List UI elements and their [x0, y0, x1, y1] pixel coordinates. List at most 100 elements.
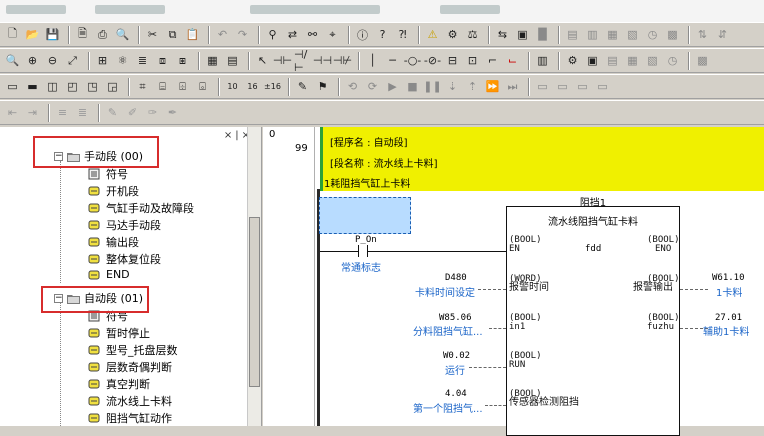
tree-scrollbar[interactable]	[247, 127, 261, 426]
redo-icon[interactable]: ↷	[234, 26, 251, 43]
tree-item[interactable]: 型号_托盘层数	[88, 342, 178, 358]
hline-icon[interactable]: ─	[384, 52, 401, 69]
edit-pen-icon[interactable]: ✎	[104, 104, 121, 121]
help-icon[interactable]: ?	[374, 26, 391, 43]
tree-item[interactable]: 层数奇偶判断	[88, 359, 172, 375]
bp2-icon[interactable]: ▭	[554, 78, 571, 95]
tree-item[interactable]: 马达手动段	[88, 217, 161, 233]
outdent-icon[interactable]: ⇥	[24, 104, 41, 121]
sim-icon[interactable]: ⚑	[314, 78, 331, 95]
warning-icon[interactable]: ⚠	[424, 26, 441, 43]
step-out-icon[interactable]: ⇡	[464, 78, 481, 95]
bp3-icon[interactable]: ▭	[574, 78, 591, 95]
contact-no-icon[interactable]: ⊣⊢	[273, 52, 292, 69]
plc-icon[interactable]: ▤	[564, 26, 581, 43]
list2-icon[interactable]: ≣	[74, 104, 91, 121]
contact-nc-icon[interactable]: ⊣/⊢	[294, 48, 311, 74]
indent-icon[interactable]: ⇤	[4, 104, 21, 121]
branch-icon[interactable]: ⌐	[484, 52, 501, 69]
info-icon[interactable]: ⓘ	[354, 26, 371, 43]
tree-item[interactable]: 阻挡气缸动作	[88, 410, 172, 426]
memory-card-icon[interactable]: ▣	[584, 52, 601, 69]
list-icon[interactable]: ≡	[54, 104, 71, 121]
end-icon[interactable]: ⌙	[504, 52, 521, 69]
tree-item[interactable]: 整体复位段	[88, 251, 161, 267]
tree-scrollbar-thumb[interactable]	[249, 217, 260, 387]
io-table-icon[interactable]: ▤	[604, 52, 621, 69]
error-log-icon[interactable]: ▧	[644, 52, 661, 69]
forward-icon[interactable]: ⏩	[484, 78, 501, 95]
address-ref-icon[interactable]: ⌗	[134, 78, 151, 95]
hex16-signed-icon[interactable]: ±16	[264, 78, 281, 95]
plc-run-icon[interactable]: ▦	[604, 26, 621, 43]
tree-item[interactable]: 开机段	[88, 183, 139, 199]
transfer-icon[interactable]: ⇆	[494, 26, 511, 43]
select-icon[interactable]: ↖	[254, 52, 271, 69]
ladder-icon[interactable]: ⌹	[174, 78, 191, 95]
edit-pen2-icon[interactable]: ✐	[124, 104, 141, 121]
output-icon[interactable]: ▬	[24, 78, 41, 95]
compare-icon[interactable]: ⚖	[464, 26, 481, 43]
stop-sim-icon[interactable]: ■	[404, 78, 421, 95]
network-icon[interactable]: ⚛	[114, 52, 131, 69]
tree-item[interactable]: 真空判断	[88, 376, 150, 392]
edit-pen3-icon[interactable]: ✑	[144, 104, 161, 121]
plc-mode2-icon[interactable]: ▩	[694, 52, 711, 69]
grid-icon[interactable]: ⊞	[94, 52, 111, 69]
memory-icon[interactable]: ◳	[84, 78, 101, 95]
tree-item[interactable]: 暂时停止	[88, 325, 150, 341]
step-icon[interactable]: ⟲	[344, 78, 361, 95]
watch-icon[interactable]: ◫	[44, 78, 61, 95]
step-into-icon[interactable]: ⇣	[444, 78, 461, 95]
project-icon[interactable]: ▭	[4, 78, 21, 95]
st-icon[interactable]: ⧈	[154, 52, 171, 69]
online-edit-icon[interactable]: ✎	[294, 78, 311, 95]
contact-symbol[interactable]	[358, 245, 368, 257]
rung-comment-block[interactable]: [程序名 : 自动段] [段名称 : 流水线上卡料] 1耗阻挡气缸上卡料	[320, 127, 764, 191]
hex16-icon[interactable]: 16	[244, 78, 261, 95]
tree-item[interactable]: 气缸手动及故障段	[88, 200, 194, 216]
coil-icon[interactable]: -○-	[404, 52, 422, 69]
contact-or-icon[interactable]: ⊣⊣	[313, 52, 332, 69]
zoom-icon[interactable]: 🔍	[4, 52, 21, 69]
hex10-icon[interactable]: 10	[224, 78, 241, 95]
tree-item[interactable]: 符号	[88, 166, 128, 182]
bp-icon[interactable]: ▭	[534, 78, 551, 95]
fb-icon[interactable]: ⊡	[464, 52, 481, 69]
mnemonic-icon[interactable]: ≣	[134, 52, 151, 69]
bp4-icon[interactable]: ▭	[594, 78, 611, 95]
contact-ornc-icon[interactable]: ⊣⊬	[333, 52, 352, 69]
cut-icon[interactable]: ✂	[144, 26, 161, 43]
replace-icon[interactable]: ⇄	[284, 26, 301, 43]
online-icon[interactable]: ⚙	[444, 26, 461, 43]
cross-ref-window-icon[interactable]: ◲	[104, 78, 121, 95]
monitor-icon[interactable]: ▣	[514, 26, 531, 43]
io-comment-icon[interactable]: ▤	[224, 52, 241, 69]
print-icon[interactable]: ⎙	[94, 26, 111, 43]
cross-ref-icon[interactable]: ⚯	[304, 26, 321, 43]
io-table-window-icon[interactable]: ⌸	[154, 78, 171, 95]
tree-item[interactable]: 流水线上卡料	[88, 393, 172, 409]
find-icon[interactable]: 🔍	[114, 26, 131, 43]
cpu-settings-icon[interactable]: ⚙	[564, 52, 581, 69]
line-icon[interactable]: │	[364, 52, 381, 69]
plc-settings-icon[interactable]: ▧	[624, 26, 641, 43]
ladder-view-icon[interactable]: ▥	[534, 52, 551, 69]
print-preview-icon[interactable]: 🗎	[74, 26, 91, 43]
step-back-icon[interactable]: ⟳	[364, 78, 381, 95]
stop-icon[interactable]: ▐▌	[534, 26, 551, 43]
edit-pen4-icon[interactable]: ✒	[164, 104, 181, 121]
undo-icon[interactable]: ↶	[214, 26, 231, 43]
save-icon[interactable]: 💾	[44, 26, 61, 43]
transfer3-icon[interactable]: ⇵	[714, 26, 731, 43]
instruction-icon[interactable]: ⊟	[444, 52, 461, 69]
symbols-icon[interactable]: ◰	[64, 78, 81, 95]
plc-memory-icon[interactable]: ▩	[664, 26, 681, 43]
context-help-icon[interactable]: ⁈	[394, 26, 411, 43]
open-icon[interactable]: 📂	[24, 26, 41, 43]
ladder-editor[interactable]: 0 99 [程序名 : 自动段] [段名称 : 流水线上卡料] 1耗阻挡气缸上卡…	[263, 127, 764, 436]
paste-icon[interactable]: 📋	[184, 26, 201, 43]
unit-icon[interactable]: ▦	[624, 52, 641, 69]
coil-nc-icon[interactable]: -⊘-	[424, 52, 441, 69]
run-icon[interactable]: ▶	[384, 78, 401, 95]
